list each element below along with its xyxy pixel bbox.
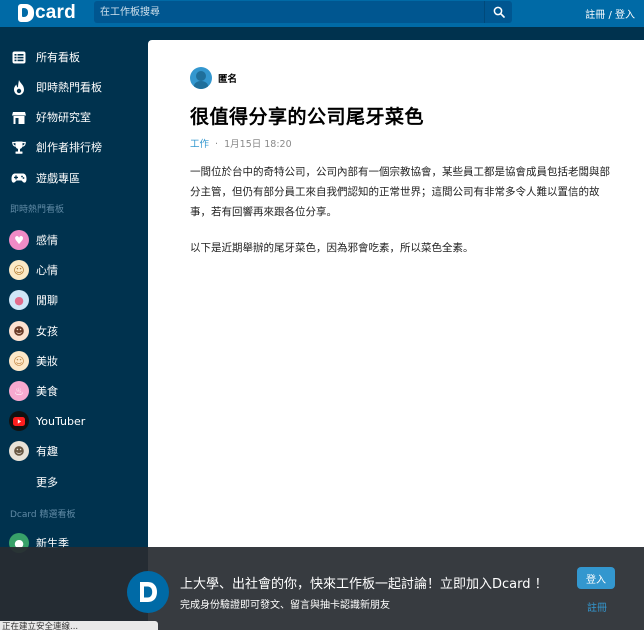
post-paragraph: 一間位於台中的奇特公司，公司內部有一個宗教協會，某些員工都是協會成員包括老闆與部… bbox=[190, 166, 610, 218]
sidebar-item-creator-ranking[interactable]: 創作者排行榜 bbox=[0, 132, 148, 162]
anonymous-avatar-icon bbox=[190, 67, 212, 89]
sidebar-board-food[interactable]: ♨ 美食 bbox=[0, 376, 148, 406]
meta-separator: · bbox=[215, 139, 219, 150]
sidebar-board-girls[interactable]: ☻ 女孩 bbox=[0, 316, 148, 346]
sidebar-item-good-stuff-lab[interactable]: 好物研究室 bbox=[0, 102, 148, 132]
sidebar-board-youtuber[interactable]: YouTuber bbox=[0, 406, 148, 436]
author-row: 匿名 bbox=[190, 67, 237, 89]
post-paragraph: 以下是近期舉辦的尾牙菜色，因為邪會吃素，所以菜色全素。 bbox=[190, 242, 474, 254]
sidebar-item-label: 所有看板 bbox=[36, 51, 80, 64]
browser-status-tooltip: 正在建立安全連線... bbox=[0, 621, 158, 630]
board-label: 心情 bbox=[36, 264, 58, 277]
dcard-logo[interactable]: card bbox=[18, 2, 76, 24]
list-icon bbox=[10, 48, 28, 66]
smile-icon: ☺ bbox=[9, 260, 29, 280]
sidebar-item-label: 遊戲專區 bbox=[36, 172, 80, 185]
trophy-icon bbox=[10, 138, 28, 156]
board-label: 美食 bbox=[36, 385, 58, 398]
sidebar-item-label: 創作者排行榜 bbox=[36, 141, 102, 154]
heart-icon: ♥ bbox=[9, 230, 29, 250]
hot-boards-section-title: 即時熱門看板 bbox=[10, 205, 65, 215]
search-button[interactable] bbox=[484, 1, 512, 23]
makeup-icon: ☺ bbox=[9, 351, 29, 371]
author-name: 匿名 bbox=[218, 74, 238, 85]
post-meta: 工作 · 1月15日 18:20 bbox=[190, 136, 292, 150]
top-bar: card 註冊 / 登入 bbox=[0, 0, 644, 27]
board-label: 閒聊 bbox=[36, 294, 58, 307]
featured-boards-section-title: Dcard 精選看板 bbox=[10, 510, 76, 520]
flame-icon bbox=[10, 78, 28, 96]
login-button[interactable]: 登入 bbox=[577, 567, 615, 589]
sidebar-more-boards[interactable]: 更多 bbox=[0, 467, 148, 497]
post-date: 1月15日 18:20 bbox=[224, 139, 292, 150]
sidebar-board-chat[interactable]: ● 閒聊 bbox=[0, 285, 148, 315]
search-input[interactable] bbox=[94, 1, 484, 23]
store-icon bbox=[10, 108, 28, 126]
signup-promo-banner: 上大學、出社會的你，快來工作板一起討論！立即加入Dcard ！ 完成身份驗證即可… bbox=[0, 547, 644, 630]
sidebar-item-label: 即時熱門看板 bbox=[36, 81, 102, 94]
board-label: 女孩 bbox=[36, 325, 58, 338]
sidebar: 所有看板 即時熱門看板 好物研究室 創作者排行榜 遊戲專區 即時熱門看板 ♥ 感… bbox=[0, 27, 148, 630]
girl-icon: ☻ bbox=[9, 321, 29, 341]
register-login-link[interactable]: 註冊 / 登入 bbox=[585, 6, 635, 21]
food-icon: ♨ bbox=[9, 381, 29, 401]
board-label: 美妝 bbox=[36, 355, 58, 368]
sidebar-board-makeup[interactable]: ☺ 美妝 bbox=[0, 346, 148, 376]
chat-icon: ● bbox=[9, 290, 29, 310]
sidebar-item-all-boards[interactable]: 所有看板 bbox=[0, 42, 148, 72]
dcard-promo-icon bbox=[127, 571, 169, 613]
promo-headline: 上大學、出社會的你，快來工作板一起討論！立即加入Dcard ！ bbox=[180, 577, 548, 592]
sidebar-item-gaming[interactable]: 遊戲專區 bbox=[0, 163, 148, 193]
promo-subtext: 完成身份驗證即可發文、留言與抽卡認識新朋友 bbox=[180, 600, 390, 611]
sidebar-item-hot-boards[interactable]: 即時熱門看板 bbox=[0, 72, 148, 102]
search-icon bbox=[493, 6, 505, 18]
post-card: 匿名 很值得分享的公司尾牙菜色 工作 · 1月15日 18:20 一間位於台中的… bbox=[148, 40, 644, 630]
logo-text: card bbox=[35, 2, 76, 23]
dcard-logo-icon bbox=[18, 4, 34, 22]
sidebar-board-mood[interactable]: ☺ 心情 bbox=[0, 255, 148, 285]
register-link[interactable]: 註冊 bbox=[587, 599, 607, 614]
board-label: YouTuber bbox=[36, 414, 86, 428]
more-label: 更多 bbox=[36, 476, 58, 489]
gamepad-icon bbox=[10, 169, 28, 187]
sidebar-item-label: 好物研究室 bbox=[36, 111, 91, 124]
sidebar-board-funny[interactable]: ☻ 有趣 bbox=[0, 436, 148, 466]
youtube-icon bbox=[9, 411, 29, 431]
sidebar-board-relationship[interactable]: ♥ 感情 bbox=[0, 225, 148, 255]
search-bar bbox=[94, 1, 512, 23]
board-label: 有趣 bbox=[36, 445, 58, 458]
post-title: 很值得分享的公司尾牙菜色 bbox=[190, 106, 425, 128]
funny-icon: ☻ bbox=[9, 441, 29, 461]
forum-link[interactable]: 工作 bbox=[190, 139, 209, 150]
board-label: 感情 bbox=[36, 234, 58, 247]
